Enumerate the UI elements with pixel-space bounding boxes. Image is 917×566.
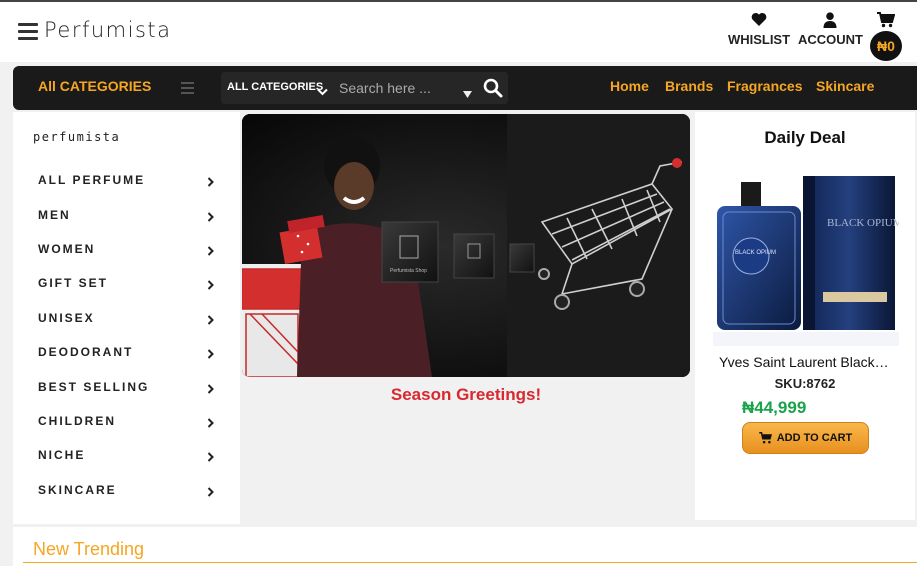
nav-link-fragrances[interactable]: Fragrances — [727, 78, 802, 94]
product-name[interactable]: Yves Saint Laurent Black Opium — [719, 354, 891, 370]
search-icon[interactable] — [483, 78, 503, 103]
sidebar-item-gift-set[interactable]: GIFT SET — [38, 273, 214, 293]
chevron-right-icon — [207, 415, 214, 433]
cart-icon — [758, 432, 772, 444]
sidebar-item-label: UNISEX — [38, 311, 95, 325]
product-sku: SKU:8762 — [774, 376, 836, 391]
nav-link-brands[interactable]: Brands — [665, 78, 713, 94]
chevron-right-icon — [207, 209, 214, 227]
hamburger-menu-icon[interactable] — [18, 23, 38, 40]
main-nav-bar: All CATEGORIES ALL CATEGORIES Home Brand… — [13, 66, 917, 110]
chevron-right-icon — [207, 243, 214, 261]
sidebar-item-label: BEST SELLING — [38, 380, 150, 394]
cart-icon[interactable] — [870, 12, 902, 30]
sidebar-item-label: NICHE — [38, 448, 86, 462]
banner-image: Perfumista Shop — [242, 114, 690, 377]
sidebar-item-label: GIFT SET — [38, 276, 108, 290]
product-price: ₦44,999 — [742, 398, 807, 417]
sidebar-item-label: ALL PERFUME — [38, 173, 146, 187]
banner-box-label: Perfumista Shop — [390, 268, 427, 274]
chevron-right-icon — [207, 449, 214, 467]
sidebar-item-children[interactable]: CHILDREN — [38, 411, 214, 431]
chevron-right-icon — [207, 346, 214, 364]
chevron-right-icon — [207, 312, 214, 330]
sidebar-item-label: CHILDREN — [38, 414, 116, 428]
bottle-label: BLACK OPIUM — [735, 250, 776, 256]
add-to-cart-label: ADD TO CART — [776, 432, 853, 444]
add-to-cart-button[interactable]: ADD TO CART — [742, 422, 869, 454]
sidebar-item-label: MEN — [38, 208, 71, 222]
sidebar-item-men[interactable]: MEN — [38, 205, 214, 225]
sidebar-item-niche[interactable]: NICHE — [38, 445, 214, 465]
sidebar-logo: perfumista — [33, 130, 121, 144]
chevron-down-icon[interactable] — [317, 83, 328, 101]
nav-link-home[interactable]: Home — [610, 78, 649, 94]
banner-caption: Season Greetings! — [390, 385, 542, 404]
wishlist-link[interactable]: WHISLIST — [727, 12, 791, 47]
site-logo[interactable]: Perfumista — [44, 18, 172, 42]
nav-link-skincare[interactable]: Skincare — [816, 78, 874, 94]
daily-deal-panel: Daily Deal BLACK OPIUM BLACK OPIUM Yves … — [695, 112, 915, 520]
sidebar-item-all-perfume[interactable]: ALL PERFUME — [38, 170, 214, 190]
chevron-right-icon — [207, 174, 214, 192]
sidebar-item-best-selling[interactable]: BEST SELLING — [38, 377, 214, 397]
category-sidebar: perfumista ALL PERFUME MEN WOMEN GIFT SE… — [13, 112, 240, 524]
sidebar-item-skincare[interactable]: SKINCARE — [38, 480, 214, 500]
sidebar-item-label: DEODORANT — [38, 345, 134, 359]
chevron-right-icon — [207, 484, 214, 502]
chevron-right-icon — [207, 277, 214, 295]
sidebar-item-label: WOMEN — [38, 242, 96, 256]
wishlist-label: WHISLIST — [727, 32, 791, 47]
site-header: Perfumista WHISLIST ACCOUNT ₦0 — [0, 2, 917, 62]
section-title: New Trending — [33, 539, 145, 559]
user-icon — [798, 12, 862, 32]
caret-down-icon[interactable] — [463, 85, 472, 103]
search-category-select[interactable]: ALL CATEGORIES — [227, 81, 323, 93]
sidebar-item-label: SKINCARE — [38, 483, 117, 497]
daily-deal-title: Daily Deal — [764, 128, 846, 147]
sidebar-item-unisex[interactable]: UNISEX — [38, 308, 214, 328]
cart-total-badge[interactable]: ₦0 — [870, 31, 902, 61]
product-image[interactable]: BLACK OPIUM BLACK OPIUM — [713, 174, 903, 346]
section-divider — [23, 562, 917, 563]
search-bar: ALL CATEGORIES — [221, 72, 508, 104]
all-categories-toggle[interactable]: All CATEGORIES — [38, 78, 151, 94]
chevron-right-icon — [207, 381, 214, 399]
search-input[interactable] — [339, 77, 455, 99]
box-label: BLACK OPIUM — [827, 217, 899, 229]
list-icon[interactable] — [181, 82, 194, 97]
heart-icon — [727, 12, 791, 32]
sidebar-item-women[interactable]: WOMEN — [38, 239, 214, 259]
account-link[interactable]: ACCOUNT — [798, 12, 863, 47]
promo-banner[interactable]: Perfumista Shop — [242, 114, 690, 377]
account-label: ACCOUNT — [798, 32, 863, 47]
new-trending-section: New Trending — [13, 527, 917, 566]
sidebar-item-deodorant[interactable]: DEODORANT — [38, 342, 214, 362]
